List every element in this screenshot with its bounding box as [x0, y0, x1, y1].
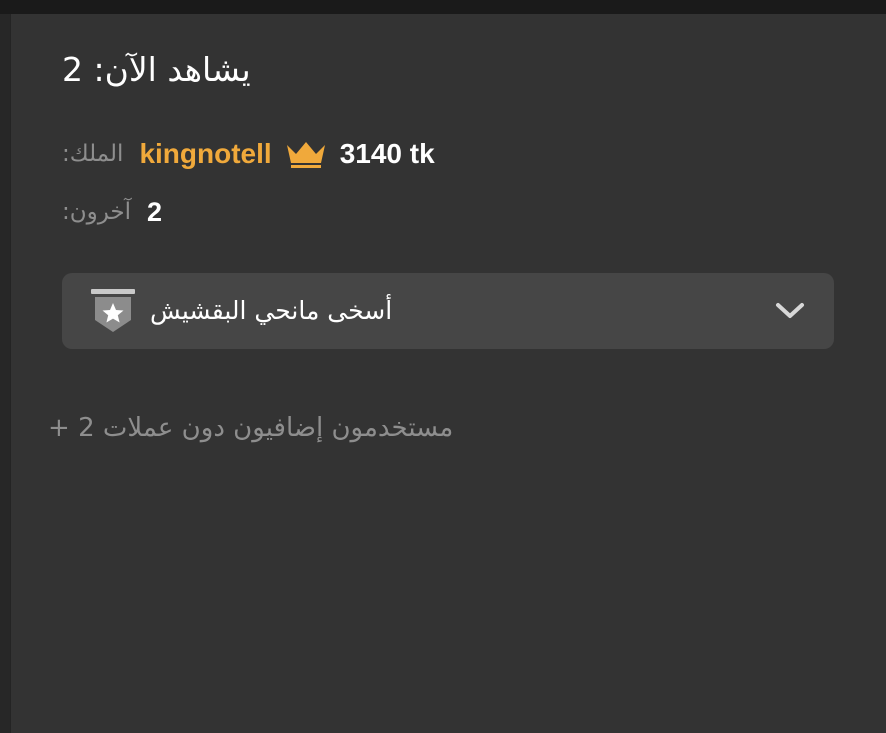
left-edge: [0, 14, 11, 733]
king-username[interactable]: kingnotell: [139, 138, 271, 170]
others-count: 2: [147, 196, 163, 227]
page-title: يشاهد الآن: 2: [62, 50, 251, 89]
king-tokens: 3140 tk: [339, 138, 435, 169]
additional-users-text: مستخدمون إضافيون دون عملات 2 +: [48, 413, 454, 443]
crown-icon: [284, 139, 328, 169]
dropdown-label: أسخى مانحي البقشيش: [150, 296, 393, 325]
viewers-panel: [11, 14, 886, 733]
king-row: الملك: kingnotell 3140 tk: [62, 134, 435, 174]
chevron-down-icon[interactable]: [774, 298, 806, 322]
others-label: آخرون:: [62, 199, 132, 225]
top-tippers-dropdown[interactable]: أسخى مانحي البقشيش: [62, 273, 834, 349]
king-label: الملك:: [62, 141, 124, 167]
top-bar: [0, 0, 886, 14]
others-row: آخرون: 2: [62, 192, 162, 232]
star-badge-icon: [90, 288, 136, 334]
